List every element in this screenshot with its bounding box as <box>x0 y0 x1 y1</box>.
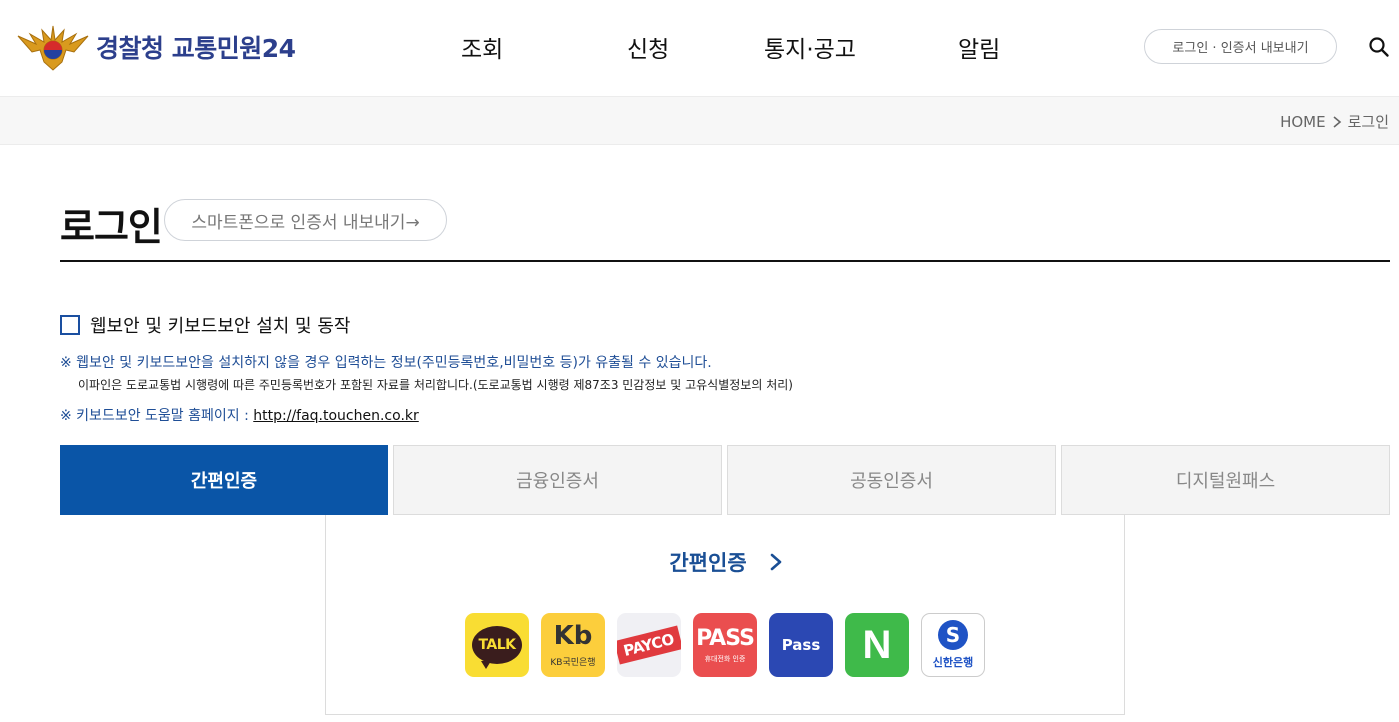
kb-bank-auth-button[interactable]: Kb KB국민은행 <box>541 613 605 677</box>
shinhan-auth-button[interactable]: S 신한은행 <box>921 613 985 677</box>
payco-logo-icon: PAYCO <box>617 625 681 665</box>
breadcrumb-home[interactable]: HOME <box>1280 113 1326 131</box>
auth-provider-list: TALK Kb KB국민은행 PAYCO PASS 휴대전화 인증 Pass N… <box>465 613 985 677</box>
breadcrumb-current: 로그인 <box>1347 113 1389 131</box>
panel-title: 간편인증 <box>669 551 747 575</box>
security-checkbox-label[interactable]: 웹보안 및 키보드보안 설치 및 동작 <box>90 312 350 338</box>
kakao-auth-button[interactable]: TALK <box>465 613 529 677</box>
security-checkbox[interactable] <box>60 315 80 335</box>
keyboard-help-label: ※ 키보드보안 도움말 홈페이지 : <box>60 408 254 424</box>
payco-auth-button[interactable]: PAYCO <box>617 613 681 677</box>
breadcrumb: HOME 로그인 <box>1280 111 1389 132</box>
pass-auth-button[interactable]: PASS 휴대전화 인증 <box>693 613 757 677</box>
shinhan-logo-icon: S <box>938 620 968 650</box>
tab-financial-cert[interactable]: 금융인증서 <box>393 445 722 515</box>
kb-bank-label: KB국민은행 <box>550 657 596 668</box>
chevron-right-icon <box>770 553 781 571</box>
smartphone-export-button[interactable]: 스마트폰으로 인증서 내보내기→ <box>164 199 447 241</box>
nav-notice[interactable]: 통지·공고 <box>764 30 856 64</box>
tab-digital-onepass[interactable]: 디지털원패스 <box>1061 445 1390 515</box>
naver-auth-button[interactable]: N <box>845 613 909 677</box>
keyboard-help-notice: ※ 키보드보안 도움말 홈페이지 : http://faq.touchen.co… <box>60 405 419 425</box>
pass-sub-label: 휴대전화 인증 <box>704 654 746 663</box>
nav-application[interactable]: 신청 <box>627 30 669 64</box>
simple-auth-link[interactable]: 간편인증 <box>326 547 1126 577</box>
simple-auth-panel: 간편인증 TALK Kb KB국민은행 PAYCO PASS 휴대전화 인증 P… <box>325 515 1125 715</box>
site-title: 경찰청 교통민원24 <box>96 34 296 63</box>
pass-logo-icon: PASS <box>696 625 755 651</box>
nav-inquiry[interactable]: 조회 <box>461 30 503 64</box>
security-option: 웹보안 및 키보드보안 설치 및 동작 <box>60 312 350 338</box>
kakao-talk-icon: TALK <box>472 626 522 669</box>
chevron-right-icon <box>1333 115 1341 128</box>
site-header: 경찰청 교통민원24 조회 신청 통지·공고 알림 로그인 · 인증서 내보내기 <box>0 0 1399 96</box>
tpass-logo-icon: Pass <box>781 636 821 654</box>
naver-logo-icon: N <box>862 622 892 667</box>
search-icon[interactable] <box>1368 36 1390 58</box>
tab-simple-auth[interactable]: 간편인증 <box>60 445 388 515</box>
page-title: 로그인 <box>60 205 163 249</box>
police-emblem-icon <box>17 25 89 71</box>
privacy-notice: 이파인은 도로교통법 시행령에 따른 주민등록번호가 포함된 자료를 처리합니다… <box>78 378 793 392</box>
title-divider <box>60 260 1390 262</box>
shinhan-bank-label: 신한은행 <box>932 656 974 669</box>
security-warning: ※ 웹보안 및 키보드보안을 설치하지 않을 경우 입력하는 정보(주민등록번호… <box>60 355 712 371</box>
breadcrumb-bar: HOME 로그인 <box>0 96 1399 145</box>
tab-joint-cert[interactable]: 공동인증서 <box>727 445 1056 515</box>
site-logo[interactable]: 경찰청 교통민원24 <box>16 22 296 72</box>
nav-alerts[interactable]: 알림 <box>958 30 1000 64</box>
kb-logo-icon: Kb <box>553 620 593 651</box>
login-export-button[interactable]: 로그인 · 인증서 내보내기 <box>1144 29 1337 64</box>
tpass-auth-button[interactable]: Pass <box>769 613 833 677</box>
keyboard-help-link[interactable]: http://faq.touchen.co.kr <box>253 408 419 424</box>
